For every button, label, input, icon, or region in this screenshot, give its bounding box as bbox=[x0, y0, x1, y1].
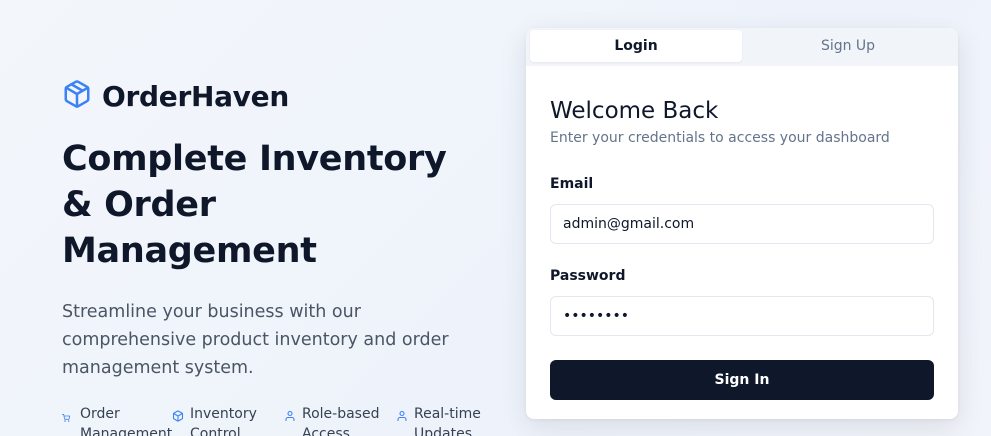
hero-section: OrderHaven Complete Inventory & Order Ma… bbox=[61, 78, 502, 436]
feature-label: Inventory Control bbox=[190, 406, 257, 436]
form-subtitle: Enter your credentials to access your da… bbox=[550, 130, 890, 146]
feature-list: Order Management Inventory Control Role-… bbox=[61, 404, 502, 436]
sign-in-button[interactable]: Sign In bbox=[550, 360, 934, 400]
form-title: Welcome Back bbox=[550, 98, 719, 124]
password-label: Password bbox=[550, 268, 626, 284]
hero-subtitle: Streamline your business with our compre… bbox=[62, 302, 449, 378]
user-icon bbox=[284, 408, 296, 422]
brand-name: OrderHaven bbox=[102, 79, 289, 113]
feature-item: Order Management bbox=[61, 404, 173, 436]
auth-card: Login Sign Up Welcome Back Enter your cr… bbox=[526, 28, 958, 419]
email-label: Email bbox=[550, 176, 594, 192]
feature-item: Role-based Access bbox=[284, 404, 396, 436]
email-field[interactable] bbox=[550, 204, 934, 244]
feature-item: Inventory Control bbox=[172, 404, 284, 436]
brand: OrderHaven bbox=[62, 78, 502, 114]
package-icon bbox=[62, 79, 92, 113]
hero-headline: Complete Inventory & Order Management bbox=[62, 139, 447, 271]
tab-login[interactable]: Login bbox=[530, 30, 742, 62]
shopping-cart-icon bbox=[61, 408, 74, 422]
feature-label: Order Management bbox=[80, 406, 173, 436]
auth-tabs: Login Sign Up bbox=[526, 28, 958, 66]
package-icon bbox=[172, 408, 184, 422]
user-icon bbox=[396, 408, 408, 422]
password-field[interactable] bbox=[550, 296, 934, 336]
feature-label: Role-based Access bbox=[302, 406, 380, 436]
feature-label: Real-time Updates bbox=[414, 406, 481, 436]
feature-item: Real-time Updates bbox=[396, 404, 496, 436]
login-form: Welcome Back Enter your credentials to a… bbox=[550, 96, 934, 400]
tab-signup[interactable]: Sign Up bbox=[742, 30, 954, 62]
